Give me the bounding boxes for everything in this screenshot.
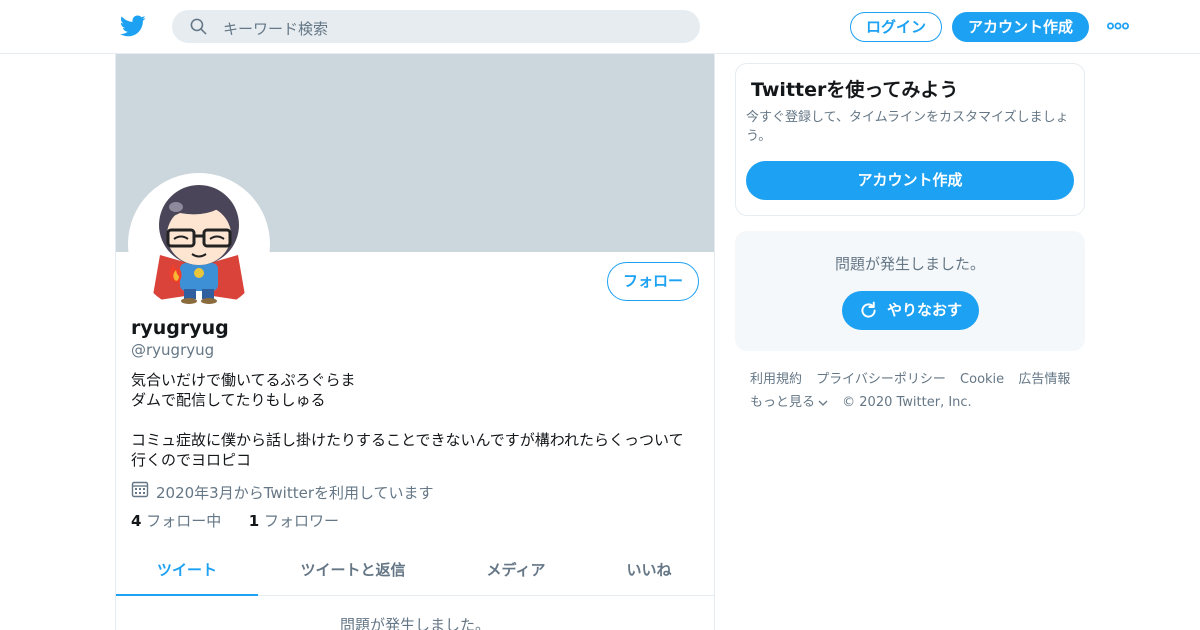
footer-copyright: © 2020 Twitter, Inc. — [842, 395, 972, 410]
footer-more-link[interactable]: もっと見る — [750, 395, 838, 410]
bio-line — [131, 410, 701, 430]
following-count: 4 — [131, 512, 142, 530]
bio-line: 気合いだけで働いてるぷろぐらま — [131, 371, 356, 389]
retry-label: やりなおす — [887, 301, 963, 319]
signup-card-button[interactable]: アカウント作成 — [746, 161, 1074, 200]
followers-label: フォロワー — [264, 512, 340, 530]
followers-count: 1 — [248, 512, 260, 530]
footer-link-privacy[interactable]: プライバシーポリシー — [816, 372, 946, 387]
timeline-error-text: 問題が発生しました。 — [339, 616, 490, 630]
footer-link-ads[interactable]: 広告情報 — [1018, 372, 1070, 387]
tab-likes[interactable]: いいね — [584, 546, 714, 596]
signup-card-title: Twitterを使ってみよう — [751, 79, 959, 101]
footer-link-cookie[interactable]: Cookie — [960, 372, 1004, 387]
signup-card: Twitterを使ってみよう 今すぐ登録して、タイムラインをカスタマイズしましょ… — [735, 63, 1085, 216]
signup-button[interactable]: アカウント作成 — [952, 12, 1089, 42]
footer-links-row: 利用規約 プライバシーポリシー Cookie 広告情報 — [750, 368, 1080, 391]
twitter-bird-icon[interactable] — [120, 13, 146, 39]
search-icon — [190, 18, 207, 35]
calendar-icon — [131, 481, 149, 498]
error-card-text: 問題が発生しました。 — [834, 255, 985, 273]
more-dots-icon[interactable] — [1107, 19, 1129, 33]
profile-display-name: ryugryug — [131, 317, 229, 339]
error-card: 問題が発生しました。 やりなおす — [735, 231, 1085, 351]
tab-media[interactable]: メディア — [448, 546, 584, 596]
follow-button[interactable]: フォロー — [607, 262, 699, 301]
retry-button[interactable]: やりなおす — [842, 291, 979, 330]
top-navigation-bar: キーワード検索 ログイン アカウント作成 — [0, 0, 1200, 54]
following-link[interactable]: 4 フォロー中 — [131, 512, 226, 530]
profile-column: フォロー ryugryug @ryugryug 気合いだけで働いてるぷろぐらま … — [115, 54, 715, 630]
login-button[interactable]: ログイン — [850, 12, 942, 42]
tab-tweets-and-replies[interactable]: ツイートと返信 — [258, 546, 448, 596]
bio-line: 行くのでヨロピコ — [131, 451, 252, 469]
tab-tweets[interactable]: ツイート — [116, 546, 258, 596]
footer-link-terms[interactable]: 利用規約 — [750, 372, 802, 387]
followers-link[interactable]: 1 フォロワー — [249, 512, 339, 530]
following-label: フォロー中 — [146, 512, 222, 530]
profile-stats: 4 フォロー中 1 フォロワー — [131, 510, 339, 531]
bio-line: コミュ症故に僕から話し掛けたりすることできないんですが構われたらくっついて — [131, 431, 684, 449]
chevron-down-icon — [818, 400, 828, 406]
avatar-illustration — [132, 177, 266, 311]
search-input[interactable]: キーワード検索 — [223, 18, 328, 39]
profile-handle: @ryugryug — [131, 341, 215, 359]
signup-card-text: 今すぐ登録して、タイムラインをカスタマイズしましょう。 — [746, 110, 1069, 144]
profile-bio: 気合いだけで働いてるぷろぐらま ダムで配信してたりもしゅる コミュ症故に僕から話… — [131, 370, 701, 470]
footer-second-row: もっと見る © 2020 Twitter, Inc. — [750, 391, 1080, 414]
search-box[interactable]: キーワード検索 — [172, 10, 700, 43]
refresh-icon — [861, 301, 876, 318]
footer-more-label: もっと見る — [750, 395, 816, 410]
bio-line: ダムで配信してたりもしゅる — [131, 391, 326, 409]
profile-tabs: ツイート ツイートと返信 メディア いいね — [116, 546, 714, 596]
footer: 利用規約 プライバシーポリシー Cookie 広告情報 もっと見る © 2020… — [750, 368, 1080, 414]
avatar[interactable] — [128, 173, 270, 315]
joined-date: 2020年3月からTwitterを利用しています — [156, 484, 434, 502]
